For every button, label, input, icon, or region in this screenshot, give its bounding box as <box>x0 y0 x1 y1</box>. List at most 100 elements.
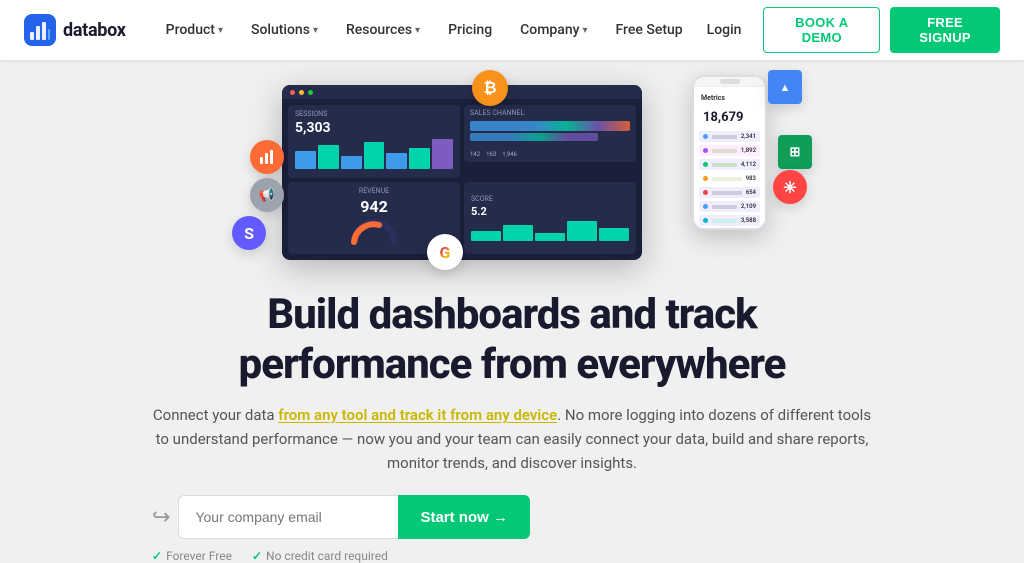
forever-free-check: ✓ Forever Free <box>152 549 232 563</box>
phone-dot <box>703 176 708 181</box>
subtext-highlight: from any tool and track it from any devi… <box>278 406 557 424</box>
phone-val: 2,109 <box>741 203 756 210</box>
hero-headline: Build dashboards and track performance f… <box>152 290 872 389</box>
chevron-down-icon: ▾ <box>313 25 318 36</box>
logo-icon <box>24 14 56 46</box>
phone-mockup: Metrics 18,679 2,341 1,892 4,112 <box>692 75 767 230</box>
phone-row: 1,892 <box>699 145 760 156</box>
bar <box>318 145 339 169</box>
funnel-visual <box>470 119 630 149</box>
phone-topbar <box>694 77 765 87</box>
nav-free-setup[interactable]: Free Setup <box>604 14 695 46</box>
google-g-letter: G <box>440 243 451 262</box>
bar <box>567 221 597 241</box>
phone-val: 654 <box>746 189 756 196</box>
bar <box>535 233 565 241</box>
phone-line <box>712 205 737 209</box>
bar <box>503 225 533 241</box>
phone-line <box>712 219 737 223</box>
nav-resources[interactable]: Resources ▾ <box>334 14 432 46</box>
logo[interactable]: databox <box>24 14 126 46</box>
speaker-icon: 📢 <box>250 178 284 212</box>
phone-val: 4,112 <box>741 161 756 168</box>
screen-topbar <box>282 85 642 99</box>
score-chart <box>471 221 629 241</box>
phone-line <box>712 191 742 195</box>
bar <box>364 142 385 169</box>
nav-links: Product ▾ Solutions ▾ Resources ▾ Pricin… <box>154 14 695 46</box>
phone-dot <box>703 148 708 153</box>
window-close-dot <box>290 90 295 95</box>
screen-content: SESSIONS 5,303 SALES CHANNE <box>282 99 642 260</box>
nav-company[interactable]: Company ▾ <box>508 14 599 46</box>
metric-sessions-value: 5,303 <box>295 120 453 136</box>
bitcoin-icon: ₿ <box>472 70 508 106</box>
phone-dot <box>703 134 708 139</box>
hero-section: + + + SESSIONS 5,303 <box>0 60 1024 563</box>
phone-row: 2,109 <box>699 201 760 212</box>
main-screen-mockup: SESSIONS 5,303 SALES CHANNE <box>282 85 642 260</box>
arrow-hint: ↩ <box>152 505 170 530</box>
metric-revenue-value: 942 <box>360 197 388 216</box>
dashboard-illustration: + + + SESSIONS 5,303 <box>162 70 862 280</box>
phone-dot <box>703 190 708 195</box>
phone-line <box>712 163 737 167</box>
sessions-chart <box>295 139 453 169</box>
chevron-down-icon: ▾ <box>582 25 587 36</box>
metric-sessions-label: SESSIONS <box>295 110 453 118</box>
phone-notch <box>720 79 740 84</box>
bar <box>471 231 501 241</box>
checkmark-icon: ✓ <box>252 549 262 563</box>
phone-dot <box>703 204 708 209</box>
book-demo-button[interactable]: BOOK A DEMO <box>763 7 880 53</box>
no-credit-card-check: ✓ No credit card required <box>252 549 388 563</box>
phone-val: 3,588 <box>741 217 756 224</box>
checkmark-icon: ✓ <box>152 549 162 563</box>
nav-actions: Login BOOK A DEMO FREE SIGNUP <box>695 7 1000 53</box>
email-input[interactable] <box>178 495 398 539</box>
bar <box>341 156 362 170</box>
hero-subtext: Connect your data from any tool and trac… <box>152 403 872 475</box>
phone-row: 3,588 <box>699 215 760 226</box>
google-sheets-icon: ⊞ <box>778 135 812 169</box>
phone-line <box>712 135 737 139</box>
bar <box>599 228 629 241</box>
free-signup-button[interactable]: FREE SIGNUP <box>890 7 1000 53</box>
bar <box>432 139 453 169</box>
nav-solutions[interactable]: Solutions ▾ <box>239 14 330 46</box>
bar <box>409 148 430 169</box>
google-icon: G <box>427 234 463 270</box>
phone-row: 654 <box>699 187 760 198</box>
phone-line <box>712 177 742 181</box>
window-maximize-dot <box>308 90 313 95</box>
chevron-down-icon: ▾ <box>415 25 420 36</box>
cta-row: ↩ Start now → <box>152 495 872 539</box>
funnel-numbers: 142 163 1,946 <box>470 151 630 158</box>
phone-val: 983 <box>746 175 756 182</box>
bar <box>295 151 316 169</box>
start-now-button[interactable]: Start now → <box>398 495 530 539</box>
phone-row: 4,112 <box>699 159 760 170</box>
stripe-icon: S <box>232 216 266 250</box>
phone-row: 2,341 <box>699 131 760 142</box>
metric-score: SCORE 5.2 <box>464 182 636 255</box>
metric-score-label: SCORE <box>471 195 629 203</box>
metric-sessions: SESSIONS 5,303 <box>288 105 460 178</box>
login-button[interactable]: Login <box>695 14 754 46</box>
phone-body: Metrics 18,679 2,341 1,892 4,112 <box>694 87 765 230</box>
nav-pricing[interactable]: Pricing <box>436 14 504 46</box>
metric-score-value: 5.2 <box>471 205 629 218</box>
nav-product[interactable]: Product ▾ <box>154 14 235 46</box>
hero-text: Build dashboards and track performance f… <box>92 290 932 563</box>
brand-name: databox <box>63 20 126 41</box>
chart-icon <box>258 148 276 166</box>
metric-revenue-label: REVENUE <box>359 187 389 195</box>
phone-row: 983 <box>699 173 760 184</box>
phone-title: Metrics <box>699 92 760 104</box>
window-minimize-dot <box>299 90 304 95</box>
phone-dot <box>703 218 708 223</box>
phone-dot <box>703 162 708 167</box>
right-metrics: SALES CHANNEL 142 163 1,946 <box>464 105 636 178</box>
funnel-bar-2 <box>470 133 598 141</box>
asterisk-icon: ✳ <box>773 170 807 204</box>
